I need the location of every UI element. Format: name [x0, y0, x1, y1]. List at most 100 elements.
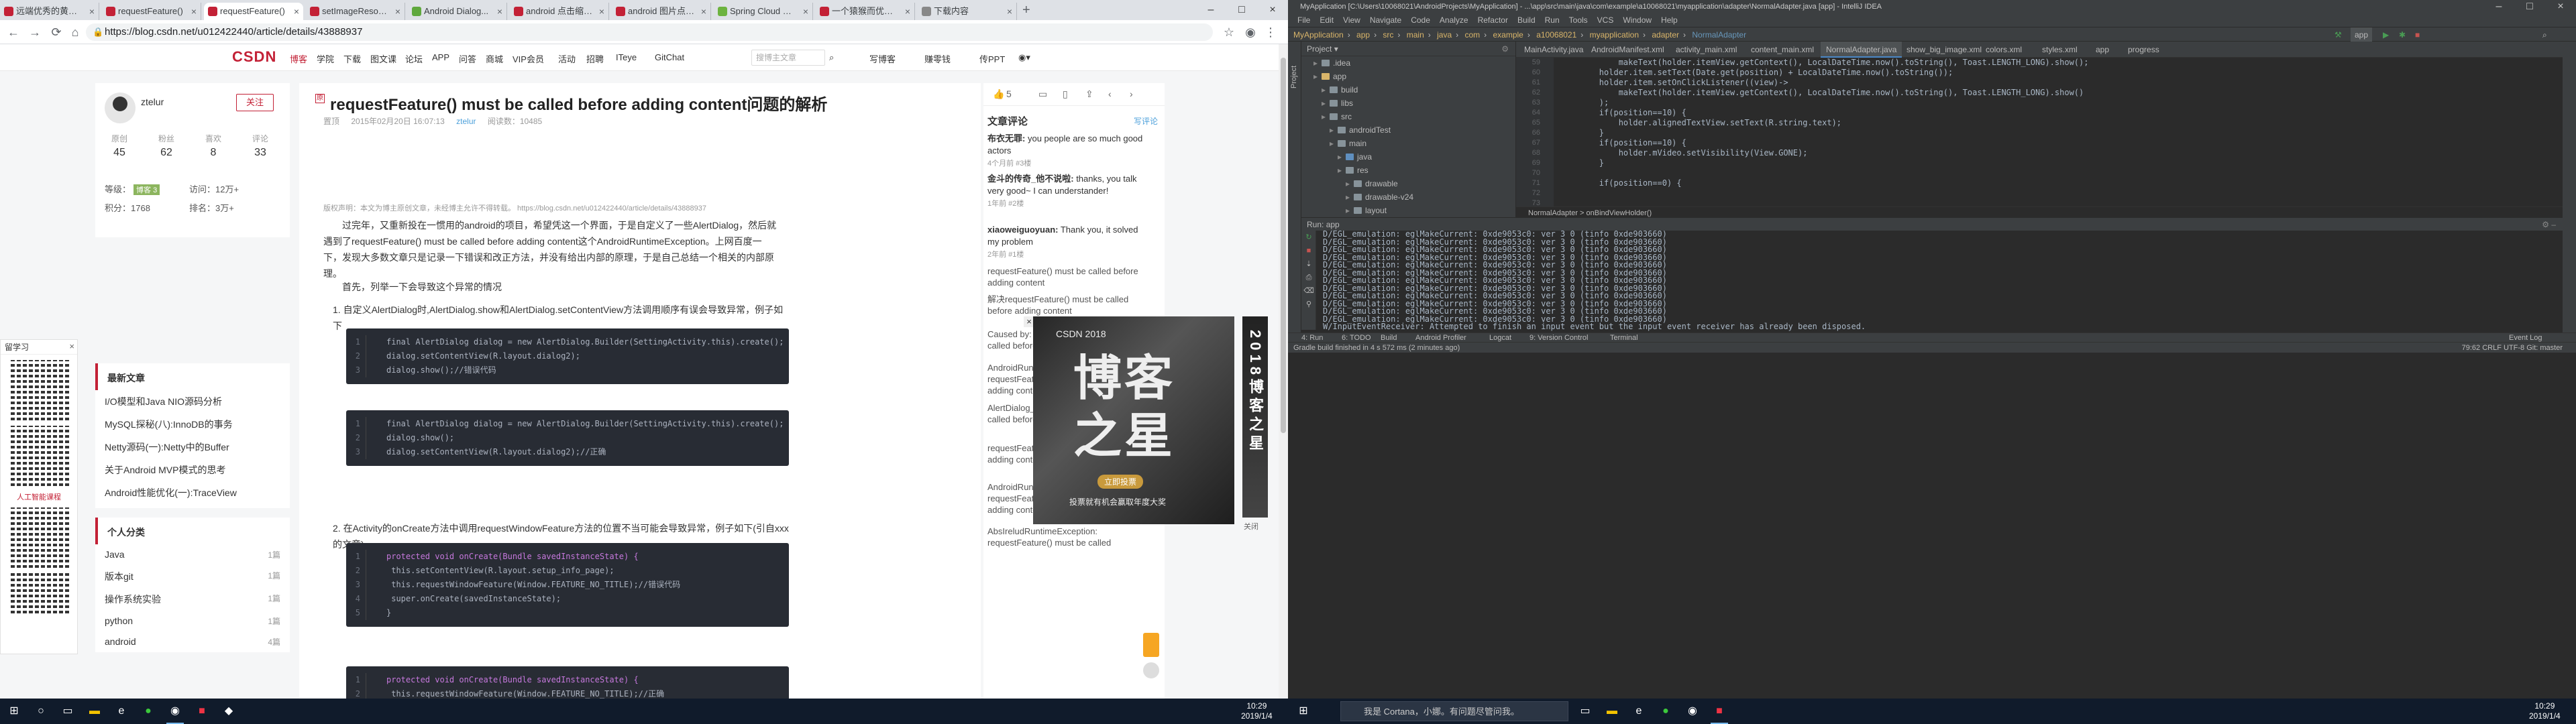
follow-button[interactable]: 关注 [236, 94, 274, 111]
run-config-tab[interactable]: app [1326, 220, 1340, 229]
expand-icon[interactable]: ▸ [1330, 137, 1338, 150]
home-icon[interactable]: ⌂ [67, 24, 83, 40]
comment-user[interactable]: 金斗的传奇_他不说啦: [987, 174, 1074, 184]
idea-icon[interactable]: ■ [193, 703, 211, 720]
editor-tab[interactable]: progress [2123, 42, 2165, 58]
nav-forum[interactable]: 论坛 [405, 52, 423, 65]
menu-tools[interactable]: Tools [1569, 15, 1588, 25]
close-icon[interactable]: × [191, 3, 197, 20]
tool-tab-run[interactable]: 4: Run [1301, 333, 1323, 343]
browser-tab[interactable]: setImageResourc... × [306, 3, 405, 20]
editor-tab[interactable]: content_main.xml [1746, 42, 1819, 58]
crumb[interactable]: a10068021 [1536, 30, 1576, 40]
maximize-icon[interactable]: □ [2514, 0, 2545, 13]
recent-article-link[interactable]: I/O模型和Java NIO源码分析 [95, 390, 290, 413]
close-window-icon[interactable]: × [1257, 0, 1288, 20]
category-item[interactable]: 版本git 1篇 [95, 565, 290, 588]
tree-node[interactable]: ▸ src [1301, 110, 1515, 123]
menu-refactor[interactable]: Refactor [1478, 15, 1508, 25]
app-icon[interactable]: ◆ [220, 703, 237, 720]
gear-icon[interactable]: ⚙ [1501, 42, 1509, 56]
project-tool-tab[interactable]: Project [1290, 66, 1298, 88]
task-view-icon[interactable]: ▭ [1576, 703, 1594, 720]
expand-icon[interactable]: ▸ [1338, 164, 1346, 177]
bookmark-star-icon[interactable]: ☆ [1221, 24, 1237, 40]
ppt-link[interactable]: 传PPT [979, 52, 1005, 65]
browser-tab[interactable]: 下载内容 × [918, 3, 1017, 20]
nav-tuwenke[interactable]: 图文课 [370, 52, 396, 65]
build-hammer-icon[interactable]: ⚒ [2334, 27, 2342, 42]
scrollbar-thumb[interactable] [1281, 58, 1286, 433]
expand-icon[interactable]: ▸ [1346, 177, 1354, 190]
browser-tab[interactable]: 远端优秀的黄钦的 × [0, 3, 99, 20]
task-view-icon[interactable]: ▭ [59, 703, 76, 720]
browser-tab[interactable]: android 图片点击... × [612, 3, 711, 20]
help-icon[interactable] [1143, 662, 1159, 678]
author-link[interactable]: ztelur [456, 117, 476, 126]
expand-icon[interactable]: ▸ [1330, 123, 1338, 137]
tree-node[interactable]: ▸ .idea [1301, 56, 1515, 70]
editor-tab[interactable]: colors.xml [1980, 42, 2027, 58]
start-icon[interactable]: ⊞ [1295, 703, 1312, 720]
wechat-icon[interactable]: ● [140, 703, 157, 720]
author-avatar[interactable] [105, 93, 136, 123]
tool-tab-vcs[interactable]: 9: Version Control [1529, 333, 1588, 343]
nav-activity[interactable]: 活动 [558, 52, 576, 65]
category-item[interactable]: Java 1篇 [95, 544, 290, 565]
menu-view[interactable]: View [1343, 15, 1360, 25]
tree-node[interactable]: ▸ res [1301, 164, 1515, 177]
category-item[interactable]: android 4篇 [95, 631, 290, 652]
related-article[interactable]: 解决requestFeature() must be called before… [987, 294, 1143, 316]
code-editor[interactable]: 5960616263646566676869707172737475767778… [1516, 58, 2563, 278]
qr-caption[interactable]: 人工智能课程 [1, 491, 77, 502]
category-item[interactable]: 操作系统实验 1篇 [95, 588, 290, 611]
category-item[interactable]: python 1篇 [95, 611, 290, 631]
close-icon[interactable]: × [599, 3, 604, 20]
cortana-search[interactable]: 我是 Cortana，小娜。有问题尽管问我。 [1340, 701, 1568, 721]
expand-icon[interactable]: ▸ [1313, 70, 1322, 83]
earn-link[interactable]: 赚零钱 [924, 52, 951, 65]
editor-tab[interactable]: app [2090, 42, 2114, 58]
close-icon[interactable]: × [905, 3, 910, 20]
profile-icon[interactable]: ◉ [1242, 24, 1258, 40]
editor-tab[interactable]: NormalAdapter.java [1821, 42, 1902, 58]
tree-node[interactable]: ▸ java [1301, 150, 1515, 164]
expand-icon[interactable]: ▸ [1322, 110, 1330, 123]
nav-jobs[interactable]: 招聘 [586, 52, 604, 65]
editor-tab[interactable]: activity_main.xml [1670, 42, 1742, 58]
tool-tab-profiler[interactable]: Android Profiler [1415, 333, 1466, 343]
expand-icon[interactable]: ▸ [1338, 150, 1346, 164]
nav-download[interactable]: 下载 [343, 52, 361, 65]
author-name[interactable]: ztelur [141, 97, 164, 107]
pin-icon[interactable]: ⚲ [1301, 298, 1316, 311]
nav-vip[interactable]: VIP会员 [513, 52, 544, 65]
menu-navigate[interactable]: Navigate [1370, 15, 1401, 25]
ad-close-label[interactable]: 关闭 [1244, 521, 1258, 532]
close-icon[interactable]: × [497, 3, 502, 20]
browser-tab[interactable]: Android Dialog... × [408, 3, 507, 20]
menu-vcs[interactable]: VCS [1597, 15, 1614, 25]
menu-file[interactable]: File [1297, 15, 1310, 25]
close-icon[interactable]: × [1007, 3, 1012, 20]
expand-icon[interactable]: ▸ [1346, 190, 1354, 204]
tree-node[interactable]: ▸ build [1301, 83, 1515, 97]
tool-tab-todo[interactable]: 6: TODO [1342, 333, 1371, 343]
vote-button[interactable]: 立即投票 [1097, 475, 1144, 489]
nav-shop[interactable]: 商城 [486, 52, 503, 65]
idea-icon[interactable]: ■ [1711, 703, 1728, 720]
stop-icon[interactable]: ■ [1301, 244, 1316, 257]
tool-tab-terminal[interactable]: Terminal [1610, 333, 1638, 343]
recent-article-link[interactable]: MySQL探秘(八):InnoDB的事务 [95, 413, 290, 436]
avatar[interactable]: ◉▾ [1018, 52, 1030, 63]
stop-icon[interactable]: ■ [2415, 27, 2420, 42]
menu-help[interactable]: Help [1661, 15, 1678, 25]
minimize-icon[interactable]: – [2483, 0, 2514, 13]
crumb[interactable]: NormalAdapter [1692, 30, 1746, 40]
edge-icon[interactable]: e [1630, 703, 1648, 720]
tree-node[interactable]: ▸ app [1301, 70, 1515, 83]
gift-icon[interactable] [1143, 633, 1159, 657]
nav-qa[interactable]: 问答 [459, 52, 476, 65]
file-explorer-icon[interactable]: ▬ [1603, 703, 1621, 720]
tree-node[interactable]: ▸ main [1301, 137, 1515, 150]
run-icon[interactable]: ▶ [2383, 27, 2389, 42]
